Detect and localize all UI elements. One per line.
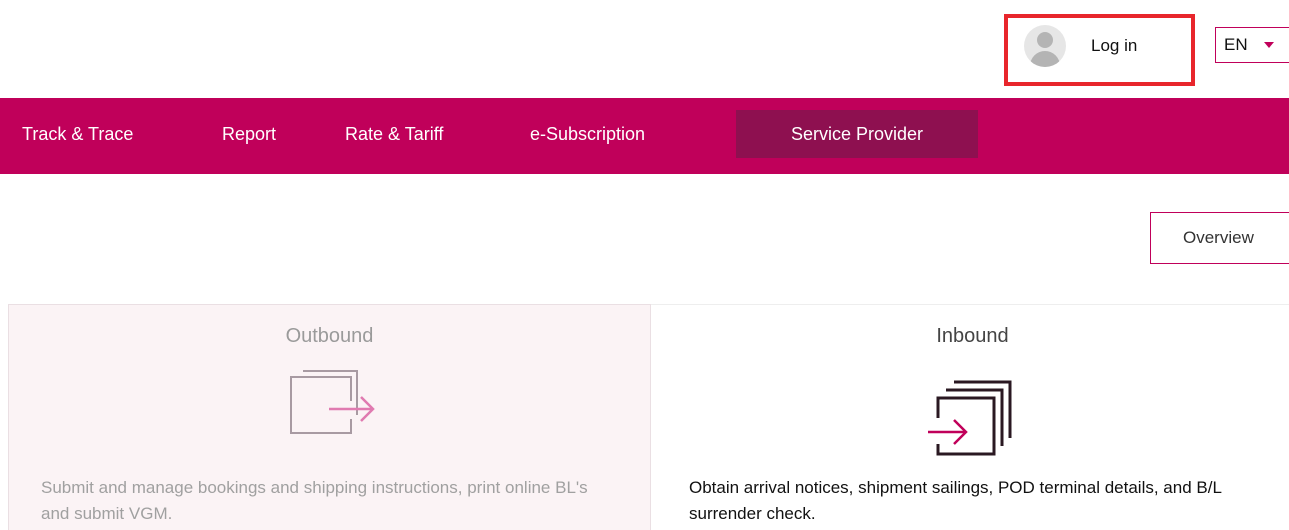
nav-item-e-subscription[interactable]: e-Subscription: [530, 110, 645, 158]
inbound-description: Obtain arrival notices, shipment sailing…: [689, 478, 1222, 523]
language-select[interactable]: EN: [1215, 27, 1289, 63]
outbound-card[interactable]: Outbound Submit and manage bookings and …: [8, 304, 651, 530]
inbound-card[interactable]: Inbound Obtain arrival notices, shipment…: [651, 304, 1289, 530]
outbound-description: Submit and manage bookings and shipping …: [41, 478, 588, 523]
main-nav: Track & Trace Report Rate & Tariff e-Sub…: [0, 98, 1289, 174]
page: Log in EN Track & Trace Report Rate & Ta…: [0, 0, 1289, 530]
chevron-down-icon: [1263, 42, 1274, 48]
language-value: EN: [1224, 35, 1248, 54]
inbound-arrow-icon: [926, 378, 1022, 463]
outbound-arrow-icon: [289, 365, 385, 446]
nav-item-rate-tariff[interactable]: Rate & Tariff: [345, 110, 443, 158]
login-label: Log in: [1091, 36, 1138, 55]
inbound-title: Inbound: [936, 325, 1009, 347]
nav-item-track-trace[interactable]: Track & Trace: [22, 110, 133, 158]
user-avatar-icon: [1024, 25, 1066, 67]
outbound-title: Outbound: [285, 325, 374, 347]
login-link[interactable]: Log in: [1024, 24, 1137, 68]
overview-button[interactable]: Overview: [1150, 212, 1289, 264]
nav-item-service-provider[interactable]: Service Provider: [736, 110, 978, 158]
nav-item-report[interactable]: Report: [222, 110, 276, 158]
